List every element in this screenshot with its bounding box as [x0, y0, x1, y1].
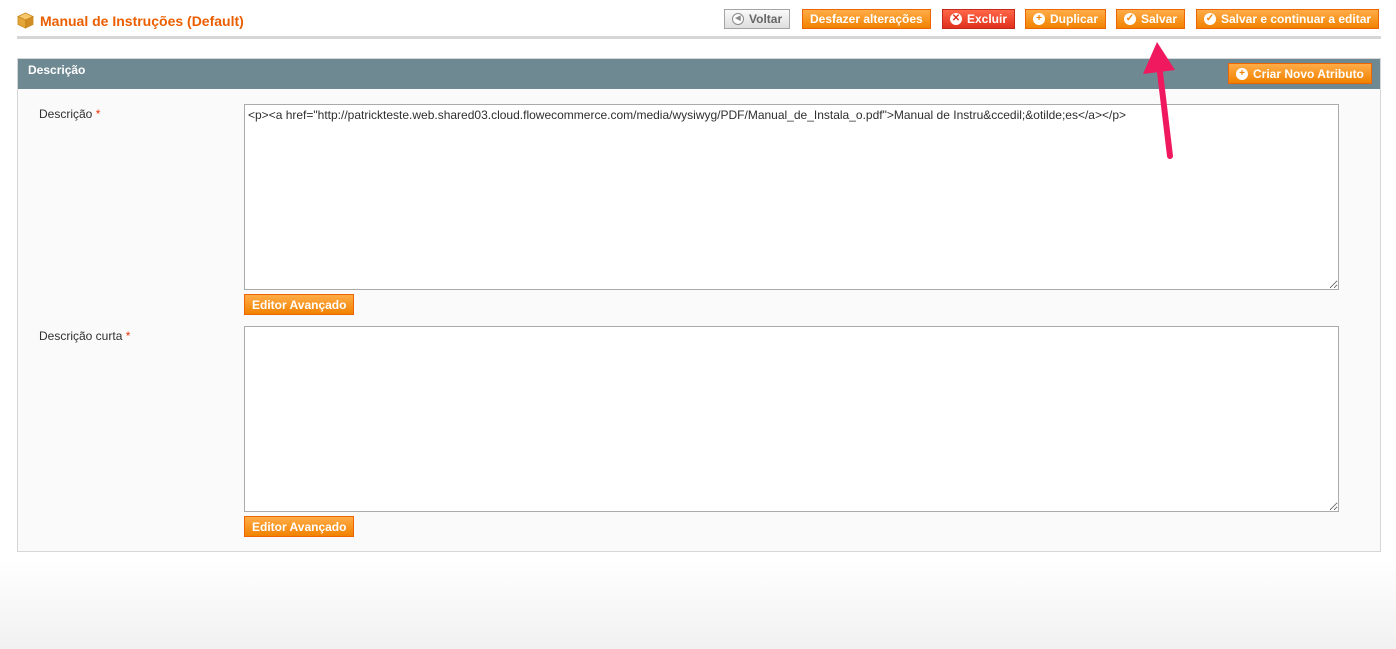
short-description-label-text: Descrição curta — [39, 329, 123, 343]
arrow-left-circle-icon: ◀ — [732, 13, 744, 25]
save-button[interactable]: ✓ Salvar — [1116, 9, 1186, 29]
check-circle-icon: ✓ — [1124, 13, 1136, 25]
page-title: Manual de Instruções (Default) — [40, 12, 244, 29]
reset-button[interactable]: Desfazer alterações — [802, 9, 931, 29]
reset-button-label: Desfazer alterações — [810, 12, 923, 26]
create-attribute-label: Criar Novo Atributo — [1253, 66, 1364, 81]
title-wrap: Manual de Instruções (Default) — [17, 12, 244, 29]
duplicate-button[interactable]: + Duplicar — [1025, 9, 1107, 29]
short-description-editor-button[interactable]: Editor Avançado — [244, 516, 355, 537]
section-title: Descrição — [28, 63, 86, 77]
back-button[interactable]: ◀ Voltar — [724, 9, 791, 29]
delete-button[interactable]: ✕ Excluir — [942, 9, 1016, 29]
short-description-label: Descrição curta * — [39, 329, 130, 343]
back-button-label: Voltar — [749, 12, 783, 26]
save-continue-button-label: Salvar e continuar a editar — [1221, 12, 1372, 26]
plus-circle-icon: + — [1236, 67, 1248, 80]
description-editor-label: Editor Avançado — [252, 297, 347, 312]
required-mark: * — [125, 329, 131, 343]
save-continue-button[interactable]: ✓ Salvar e continuar a editar — [1196, 9, 1380, 29]
package-icon — [17, 12, 34, 29]
save-button-label: Salvar — [1141, 12, 1178, 26]
plus-circle-icon: + — [1033, 13, 1045, 25]
create-attribute-button[interactable]: + Criar Novo Atributo — [1228, 63, 1372, 84]
short-description-editor-label: Editor Avançado — [252, 519, 347, 534]
description-label-text: Descrição — [39, 107, 93, 121]
annotation-arrow-icon — [1143, 42, 1175, 159]
delete-button-label: Excluir — [967, 12, 1008, 26]
x-circle-icon: ✕ — [950, 13, 962, 25]
required-mark: * — [95, 107, 101, 121]
short-description-textarea[interactable] — [244, 326, 1339, 512]
description-label: Descrição * — [39, 107, 100, 121]
description-editor-button[interactable]: Editor Avançado — [244, 294, 355, 315]
check-circle-icon: ✓ — [1204, 13, 1216, 25]
duplicate-button-label: Duplicar — [1050, 12, 1099, 26]
